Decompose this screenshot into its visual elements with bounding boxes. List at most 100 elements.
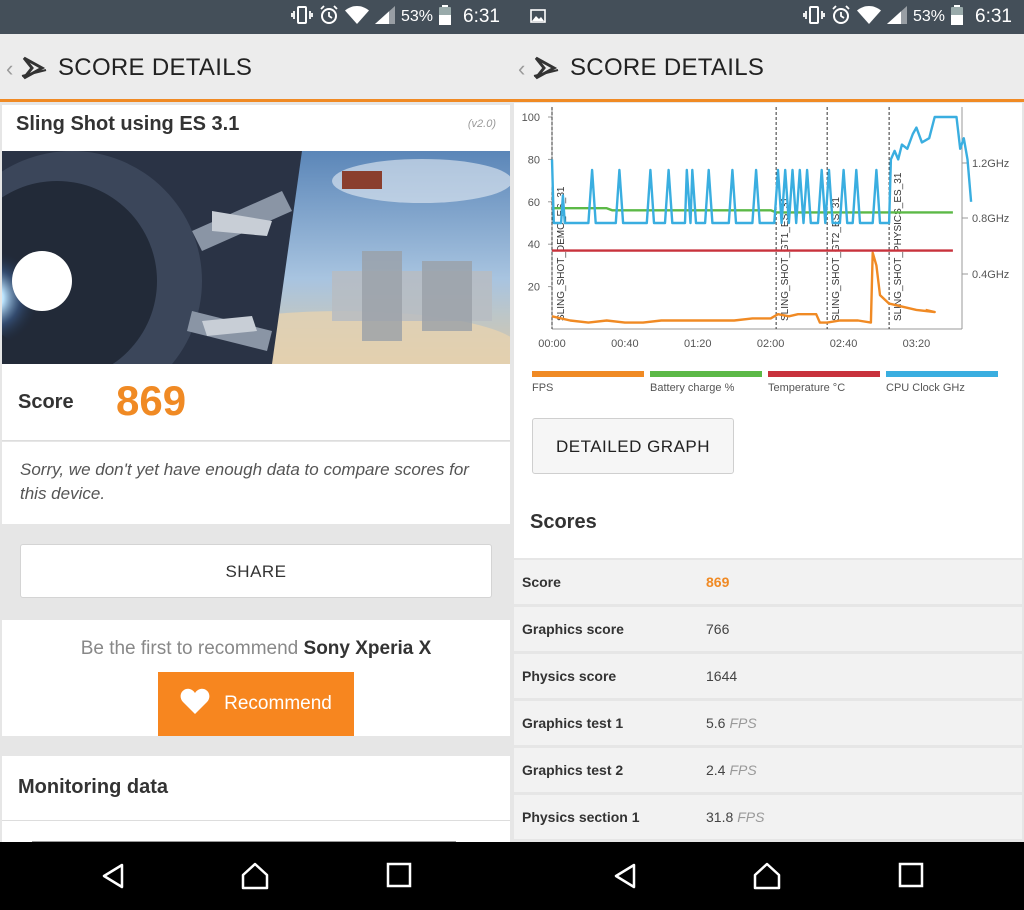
y-tick-label: 60 — [528, 197, 540, 209]
recommend-prefix: Be the first to recommend — [80, 638, 299, 659]
sling-shot-hero-image — [2, 151, 510, 364]
back-chevron-icon[interactable]: ‹ — [518, 56, 525, 82]
score-row: Physics score 1644 — [514, 654, 1022, 698]
battery-icon — [439, 4, 452, 30]
status-cluster: 53% 6:31 — [803, 0, 1012, 34]
score-row-label: Physics section 1 — [522, 809, 640, 825]
right-screen: 53% 6:31 ‹ SCORE DETAILS 20 40 60 80 100 1.2G… — [512, 0, 1024, 910]
detailed-graph-button[interactable]: DETAILED GRAPH — [532, 418, 734, 474]
page-title: SCORE DETAILS — [570, 54, 765, 81]
score-value: 869 — [116, 377, 187, 424]
status-bar: 53% 6:31 — [0, 0, 512, 34]
score-row-unit: FPS — [729, 762, 757, 778]
score-row: Graphics test 1 5.6 FPS — [514, 701, 1022, 745]
battery-percent: 53% — [400, 8, 434, 25]
score-row-value: 1644 — [706, 668, 738, 684]
image-notification-icon — [530, 9, 546, 28]
score-row-unit: FPS — [729, 715, 757, 731]
x-tick-label: 02:00 — [757, 338, 785, 350]
status-cluster: 53% 6:31 — [291, 0, 500, 34]
battery-percent: 53% — [912, 8, 946, 25]
score-row-value: 2.4 FPS — [706, 762, 757, 778]
y-tick-label: 20 — [528, 282, 540, 294]
back-nav-icon[interactable] — [100, 862, 128, 895]
back-chevron-icon[interactable]: ‹ — [6, 56, 13, 82]
legend-label: Temperature °C — [768, 382, 845, 394]
status-bar: 53% 6:31 — [512, 0, 1024, 34]
home-nav-icon[interactable] — [752, 862, 782, 895]
score-row-label: Graphics test 1 — [522, 715, 624, 731]
recommend-text: Be the first to recommend Sony Xperia X — [2, 638, 510, 660]
score-row-value: 5.6 FPS — [706, 715, 757, 731]
x-tick-label: 00:00 — [538, 338, 566, 350]
monitoring-title: Monitoring data — [18, 776, 168, 798]
score-row-label: Physics score — [522, 668, 617, 684]
recommend-card: Be the first to recommend Sony Xperia X … — [2, 620, 510, 736]
test-title: Sling Shot using ES 3.1 — [16, 113, 240, 135]
comparison-notice-text: Sorry, we don't yet have enough data to … — [20, 460, 469, 503]
legend-swatch — [650, 371, 762, 377]
battery-icon — [951, 4, 964, 30]
recommend-button-label: Recommend — [224, 693, 332, 714]
signal-icon — [374, 5, 395, 29]
monitoring-chart[interactable]: 20 40 60 80 100 1.2GHz 0.8GHz 0.4GHz 00:00 00:40 0… — [514, 103, 1022, 403]
app-header: ‹ SCORE DETAILS — [512, 34, 1024, 102]
wifi-icon — [856, 5, 881, 29]
status-time: 6:31 — [975, 6, 1012, 27]
heart-icon — [180, 688, 210, 720]
legend-label: CPU Clock GHz — [886, 382, 965, 394]
comparison-notice-card: Sorry, we don't yet have enough data to … — [2, 442, 510, 524]
score-row: Physics section 1 31.8 FPS — [514, 795, 1022, 839]
x-tick-label: 01:20 — [684, 338, 712, 350]
legend-swatch — [768, 371, 880, 377]
score-row-value: 869 — [706, 574, 730, 590]
x-tick-label: 02:40 — [830, 338, 858, 350]
x-tick-label: 03:20 — [903, 338, 931, 350]
vibrate-icon — [291, 5, 313, 29]
legend-label: FPS — [532, 382, 553, 394]
left-screen: 53% 6:31 ‹ SCORE DETAILS Sling Shot usin… — [0, 0, 512, 910]
y-tick-label: 40 — [528, 239, 540, 251]
series-line-fps — [551, 251, 936, 324]
legend-swatch — [532, 371, 644, 377]
score-label: Score — [18, 391, 74, 413]
y-right-tick-label: 0.8GHz — [972, 213, 1009, 225]
status-time: 6:31 — [463, 6, 500, 27]
y-tick-label: 100 — [522, 112, 540, 124]
y-right-tick-label: 1.2GHz — [972, 158, 1009, 170]
wifi-icon — [344, 5, 369, 29]
signal-icon — [886, 5, 907, 29]
alarm-icon — [831, 4, 851, 30]
app-header: ‹ SCORE DETAILS — [0, 34, 512, 102]
nav-bar — [512, 842, 1024, 910]
alarm-icon — [319, 4, 339, 30]
test-card: Sling Shot using ES 3.1 (v2.0) Score 869 — [2, 105, 510, 441]
scores-title: Scores — [530, 511, 597, 533]
score-row-value: 766 — [706, 621, 730, 637]
y-tick-label: 80 — [528, 154, 540, 166]
share-button[interactable]: SHARE — [20, 544, 492, 598]
series-line-cpu-clock-ghz — [550, 115, 973, 225]
score-row: Graphics score 766 — [514, 607, 1022, 651]
recommend-button[interactable]: Recommend — [158, 672, 354, 736]
score-row-label: Graphics score — [522, 621, 624, 637]
home-nav-icon[interactable] — [240, 862, 270, 895]
score-row-label: Graphics test 2 — [522, 762, 624, 778]
recents-nav-icon[interactable] — [898, 862, 924, 893]
score-row-label: Score — [522, 574, 561, 590]
x-tick-label: 00:40 — [611, 338, 639, 350]
vibrate-icon — [803, 5, 825, 29]
score-row-unit: FPS — [737, 809, 765, 825]
3dmark-logo-icon — [532, 52, 564, 89]
y-right-tick-label: 0.4GHz — [972, 269, 1009, 281]
monitoring-card: Monitoring data — [2, 756, 510, 842]
score-row: Score 869 — [2, 365, 510, 441]
phase-label: SLING_SHOT_PHYSICS_ES_31 — [893, 172, 904, 321]
version-label: (v2.0) — [467, 118, 496, 130]
monitoring-divider — [2, 820, 510, 821]
back-nav-icon[interactable] — [612, 862, 640, 895]
recommend-device: Sony Xperia X — [303, 638, 432, 659]
score-list: Score 869 Graphics score 766 Physics score 16… — [514, 560, 1022, 842]
nav-bar — [0, 842, 512, 910]
recents-nav-icon[interactable] — [386, 862, 412, 893]
